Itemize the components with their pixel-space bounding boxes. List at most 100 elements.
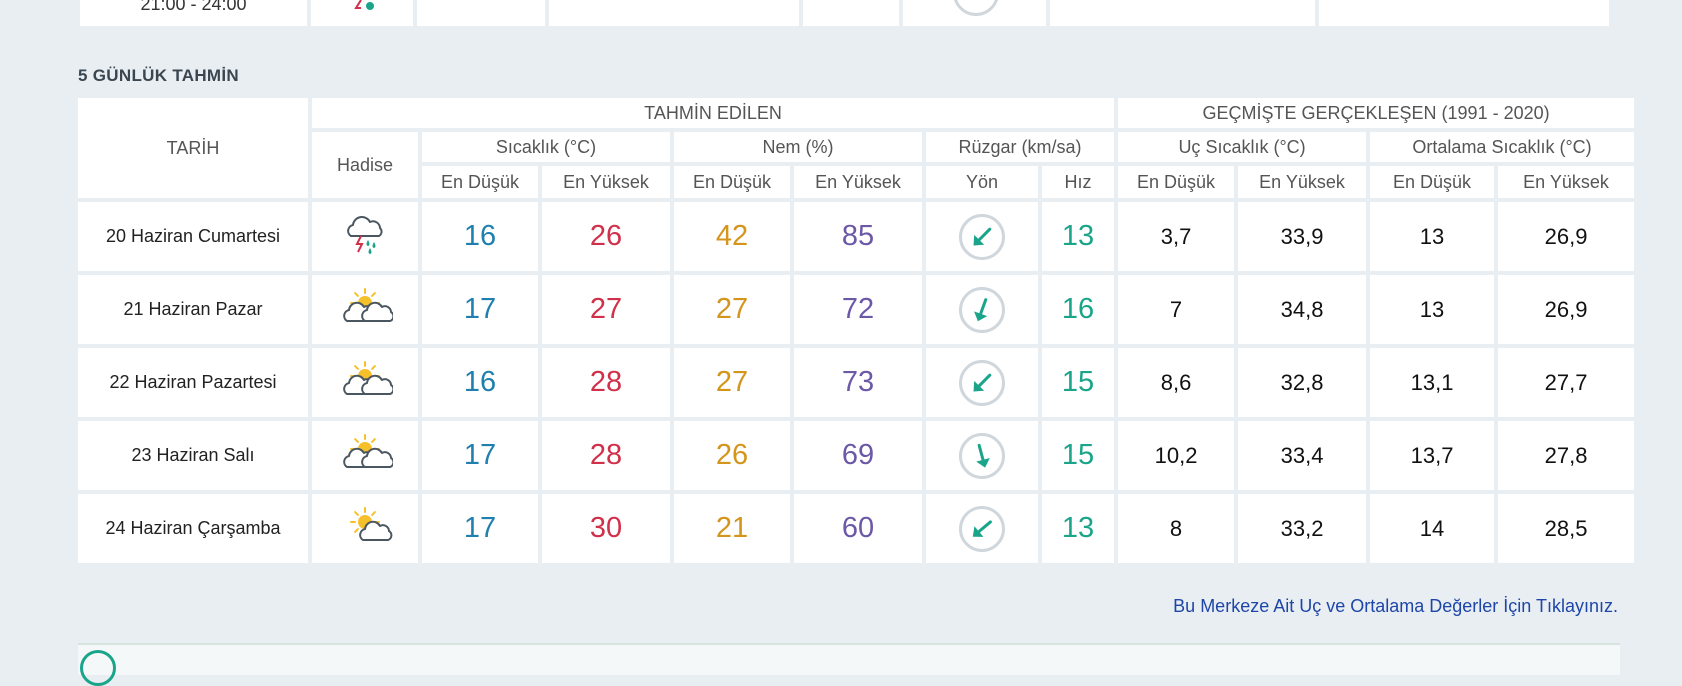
event-icon-cell [312,275,418,344]
humidity-high-value: 60 [794,494,922,563]
temp-high-header: En Yüksek [542,166,670,198]
average-high-value: 27,8 [1498,421,1635,490]
wind-arrow-icon [959,213,1005,260]
humidity-low-value: 27 [674,275,790,344]
average-high-value: 26,9 [1498,275,1635,344]
date-cell: 22 Haziran Pazartesi [78,348,308,417]
wind-arrow-icon [959,432,1005,479]
cell [803,0,899,26]
temp-high-value: 30 [542,494,670,563]
humidity-low-value: 26 [674,421,790,490]
temp-high-value: 28 [542,421,670,490]
extreme-high-value: 33,9 [1238,202,1367,271]
partly-cloudy-icon [337,361,395,406]
rain-drop-icon [354,0,374,10]
wind-arrow-icon [959,359,1005,406]
extreme-low-header: En Düşük [1118,166,1235,198]
tarih-header: TARİH [78,98,308,198]
cell [1050,0,1315,26]
extreme-low-value: 7 [1118,275,1235,344]
wind-speed-value: 13 [1042,202,1115,271]
wind-direction-cell [926,421,1038,490]
date-cell: 21 Haziran Pazar [78,275,308,344]
next-section-box [78,643,1620,686]
cell [1319,0,1609,26]
wind-direction-header: Yön [926,166,1038,198]
thunderstorm-rain-icon [337,216,393,260]
table-row: 24 Haziran Çarşamba 17 30 21 60 13 8 33,2 14 28,5 [78,494,1635,563]
wind-speed-value: 15 [1042,348,1115,417]
time-range: 21:00 - 24:00 [140,0,247,14]
time-cell: 21:00 - 24:00 [80,0,307,26]
humidity-low-header: En Düşük [674,166,790,198]
wind-arrow-icon [959,286,1005,333]
mostly-sunny-icon [337,507,393,552]
previous-table-bottom: 21:00 - 24:00 [80,0,1618,26]
event-cell [311,0,413,26]
extreme-high-value: 34,8 [1238,275,1367,344]
temp-high-value: 27 [542,275,670,344]
date-cell: 23 Haziran Salı [78,421,308,490]
extreme-high-header: En Yüksek [1238,166,1367,198]
average-low-value: 13,7 [1370,421,1495,490]
ruzgar-header: Rüzgar (km/sa) [926,132,1115,162]
temp-high-value: 26 [542,202,670,271]
humidity-low-value: 42 [674,202,790,271]
date-cell: 24 Haziran Çarşamba [78,494,308,563]
wind-speed-value: 13 [1042,494,1115,563]
average-low-header: En Düşük [1370,166,1495,198]
table-row: 21 Haziran Pazar 17 27 27 72 16 7 34,8 13 26,9 [78,275,1635,344]
temp-low-value: 17 [422,275,538,344]
temp-low-value: 16 [422,202,538,271]
humidity-high-value: 69 [794,421,922,490]
average-high-value: 28,5 [1498,494,1635,563]
extreme-low-value: 8,6 [1118,348,1235,417]
temp-low-value: 17 [422,421,538,490]
table-row: 23 Haziran Salı 17 28 26 69 15 10,2 33,4 13,7 27,… [78,421,1635,490]
wind-cell [903,0,1046,26]
event-icon-cell [312,494,418,563]
humidity-high-value: 73 [794,348,922,417]
wind-direction-cell [926,494,1038,563]
wind-direction-cell [926,348,1038,417]
wind-speed-value: 16 [1042,275,1115,344]
extremes-link[interactable]: Bu Merkeze Ait Uç ve Ortalama Değerler İ… [1173,596,1618,617]
average-low-value: 14 [1370,494,1495,563]
ortalama-sicaklik-header: Ortalama Sıcaklık (°C) [1370,132,1635,162]
wind-arrow-icon [959,505,1005,552]
wind-direction-cell [926,202,1038,271]
extreme-high-value: 33,2 [1238,494,1367,563]
temp-low-header: En Düşük [422,166,538,198]
extreme-low-value: 10,2 [1118,421,1235,490]
cell [549,0,799,26]
event-icon-cell [312,202,418,271]
wind-speed-value: 15 [1042,421,1115,490]
average-low-value: 13,1 [1370,348,1495,417]
date-cell: 20 Haziran Cumartesi [78,202,308,271]
temp-low-value: 16 [422,348,538,417]
humidity-high-header: En Yüksek [794,166,922,198]
partly-cloudy-icon [337,288,395,333]
humidity-low-value: 21 [674,494,790,563]
table-row: 20 Haziran Cumartesi 16 26 42 85 13 3,7 33,9 13 2… [78,202,1635,271]
sicaklik-header: Sıcaklık (°C) [422,132,670,162]
wind-direction-icon [952,0,999,16]
uc-sicaklik-header: Uç Sıcaklık (°C) [1118,132,1367,162]
partly-cloudy-icon [337,434,395,479]
cell [417,0,545,26]
temp-low-value: 17 [422,494,538,563]
humidity-high-value: 85 [794,202,922,271]
event-icon-cell [312,421,418,490]
nem-header: Nem (%) [674,132,922,162]
table-row: 22 Haziran Pazartesi 16 28 27 73 15 8,6 32,8 13,… [78,348,1635,417]
temp-high-value: 28 [542,348,670,417]
humidity-high-value: 72 [794,275,922,344]
section-title: 5 GÜNLÜK TAHMİN [78,66,239,85]
extreme-low-value: 3,7 [1118,202,1235,271]
extreme-low-value: 8 [1118,494,1235,563]
average-high-value: 27,7 [1498,348,1635,417]
five-day-forecast-table: TARİH TAHMİN EDİLEN GEÇMİŞTE GERÇEKLEŞEN… [74,94,1638,567]
average-high-value: 26,9 [1498,202,1635,271]
average-low-value: 13 [1370,202,1495,271]
clock-icon [80,650,116,686]
